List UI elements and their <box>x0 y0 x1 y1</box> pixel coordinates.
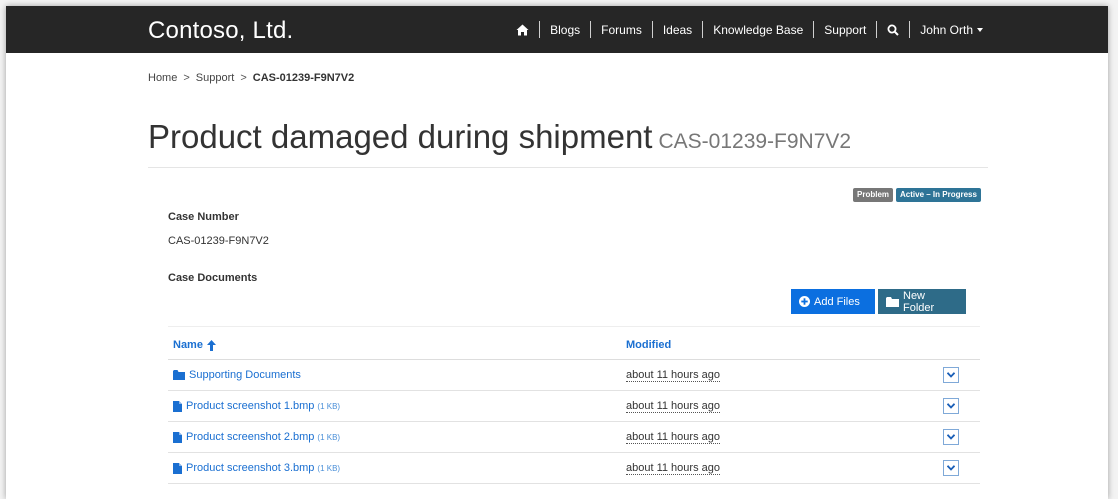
modified-time: about 11 hours ago <box>626 400 720 413</box>
case-type-badge: Problem <box>853 188 894 202</box>
breadcrumb-separator: > <box>183 72 190 84</box>
new-folder-button[interactable]: New Folder <box>878 289 966 314</box>
status-badge: Active – In Progress <box>896 188 981 202</box>
document-name: Product screenshot 1.bmp <box>186 400 315 412</box>
document-name: Product screenshot 3.bmp <box>186 462 315 474</box>
file-icon <box>173 400 182 412</box>
document-link[interactable]: Product screenshot 3.bmp (1 KB) <box>173 462 340 474</box>
modified-time: about 11 hours ago <box>626 431 720 444</box>
add-files-label: Add Files <box>814 295 860 308</box>
document-link[interactable]: Product screenshot 2.bmp (1 KB) <box>173 431 340 443</box>
document-size: (1 KB) <box>317 463 341 473</box>
user-menu[interactable]: John Orth <box>910 23 993 37</box>
column-modified[interactable]: Modified <box>626 339 671 351</box>
chevron-down-icon <box>947 434 955 440</box>
breadcrumb-current: CAS-01239-F9N7V2 <box>252 72 355 84</box>
add-files-button[interactable]: Add Files <box>791 289 875 314</box>
document-size: (1 KB) <box>317 401 341 411</box>
document-name: Product screenshot 2.bmp <box>186 431 315 443</box>
nav-item-forums[interactable]: Forums <box>591 23 652 37</box>
document-name: Supporting Documents <box>189 369 301 381</box>
nav-item-blogs[interactable]: Blogs <box>540 23 590 37</box>
chevron-down-icon <box>947 403 955 409</box>
table-header: Name Modified <box>168 326 980 360</box>
document-link[interactable]: Supporting Documents <box>173 369 304 381</box>
main-nav: Blogs Forums Ideas Knowledge Base Suppor… <box>506 6 993 53</box>
file-icon <box>173 431 182 443</box>
file-icon <box>173 462 182 474</box>
column-name-label: Name <box>173 339 203 351</box>
breadcrumb-separator: > <box>240 72 247 84</box>
page-title-case-number: CAS-01239-F9N7V2 <box>658 130 852 153</box>
nav-item-support[interactable]: Support <box>814 23 876 37</box>
new-folder-label: New Folder <box>903 289 935 314</box>
documents-table: Name Modified Supporting Documents about… <box>168 326 980 484</box>
breadcrumb-support[interactable]: Support <box>196 72 235 84</box>
browser-window: Contoso, Ltd. Blogs Forums Ideas Knowled… <box>6 6 1108 499</box>
chevron-down-icon <box>947 465 955 471</box>
modified-time: about 11 hours ago <box>626 462 720 475</box>
brand-logo[interactable]: Contoso, Ltd. <box>148 17 293 45</box>
case-badges: Problem Active – In Progress <box>853 188 981 202</box>
plus-circle-icon <box>799 296 810 307</box>
document-size: (1 KB) <box>317 432 341 442</box>
search-icon[interactable] <box>877 24 909 36</box>
folder-icon <box>886 296 899 307</box>
modified-time: about 11 hours ago <box>626 369 720 382</box>
breadcrumb-home[interactable]: Home <box>148 72 177 84</box>
table-row: Product screenshot 2.bmp (1 KB) about 11… <box>168 422 980 453</box>
breadcrumb: Home > Support > CAS-01239-F9N7V2 <box>148 72 354 84</box>
nav-item-ideas[interactable]: Ideas <box>653 23 702 37</box>
page-title-row: Product damaged during shipment CAS-01239… <box>148 118 851 156</box>
row-actions-dropdown[interactable] <box>943 429 959 445</box>
case-documents-label: Case Documents <box>168 272 258 284</box>
case-number-label: Case Number <box>168 211 239 223</box>
document-link[interactable]: Product screenshot 1.bmp (1 KB) <box>173 400 340 412</box>
top-navbar: Contoso, Ltd. Blogs Forums Ideas Knowled… <box>6 6 1108 53</box>
folder-icon <box>173 370 185 380</box>
case-number-value: CAS-01239-F9N7V2 <box>168 235 269 247</box>
title-divider <box>148 167 988 168</box>
table-row: Product screenshot 3.bmp (1 KB) about 11… <box>168 453 980 484</box>
sort-ascending-icon <box>206 339 216 351</box>
row-actions-dropdown[interactable] <box>943 367 959 383</box>
home-icon[interactable] <box>506 24 539 36</box>
row-actions-dropdown[interactable] <box>943 398 959 414</box>
user-name: John Orth <box>920 22 973 37</box>
row-actions-dropdown[interactable] <box>943 460 959 476</box>
chevron-down-icon <box>947 372 955 378</box>
caret-down-icon <box>977 27 983 32</box>
table-row: Supporting Documents about 11 hours ago <box>168 360 980 391</box>
nav-item-knowledge-base[interactable]: Knowledge Base <box>703 23 813 37</box>
column-name[interactable]: Name <box>173 339 216 351</box>
table-row: Product screenshot 1.bmp (1 KB) about 11… <box>168 391 980 422</box>
page-title: Product damaged during shipment <box>148 118 653 155</box>
